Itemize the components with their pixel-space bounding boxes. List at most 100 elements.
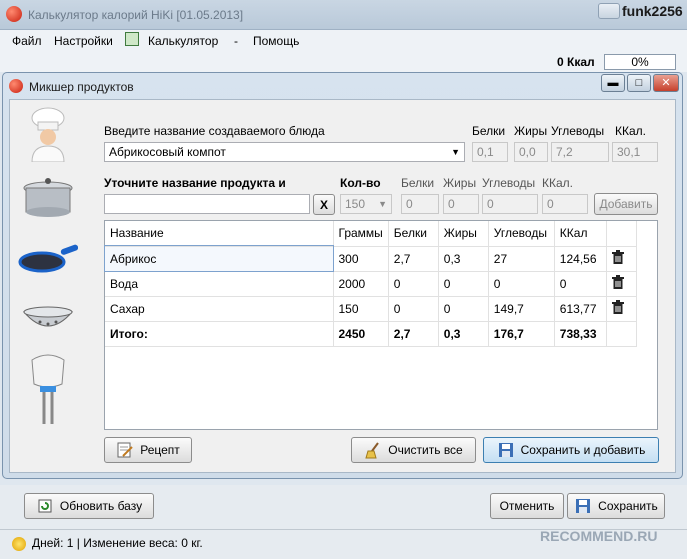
delete-row-button[interactable] xyxy=(606,296,637,322)
product-header-protein: Белки xyxy=(401,176,435,190)
dish-header-fat: Жиры xyxy=(514,124,548,138)
delete-row-button[interactable] xyxy=(606,246,637,272)
total-grams: 2450 xyxy=(333,321,389,347)
pot-icon xyxy=(23,178,73,217)
cell-protein: 0 xyxy=(388,271,439,297)
product-carbs-field: 0 xyxy=(482,194,538,214)
column-header-protein[interactable]: Белки xyxy=(388,221,439,247)
database-refresh-icon xyxy=(38,499,52,513)
maximize-icon[interactable]: □ xyxy=(627,74,651,92)
column-header-grams[interactable]: Граммы xyxy=(333,221,389,247)
main-titlebar: Калькулятор калорий HiKi [01.05.2013] fu… xyxy=(0,0,687,30)
product-header-fat: Жиры xyxy=(443,176,477,190)
cell-grams[interactable]: 300 xyxy=(333,246,389,272)
minimize-icon[interactable] xyxy=(598,3,620,19)
total-row: Итого: 2450 2,7 0,3 176,7 738,33 xyxy=(105,321,637,347)
status-text: Дней: 1 | Изменение веса: 0 кг. xyxy=(32,536,203,550)
close-icon[interactable]: ✕ xyxy=(653,74,679,92)
mixer-icon xyxy=(31,354,65,424)
table-row[interactable]: Абрикос 300 2,7 0,3 27 124,56 xyxy=(104,245,637,272)
frying-pan-icon xyxy=(18,244,78,273)
column-header-name[interactable]: Название xyxy=(105,221,334,247)
cell-protein: 0 xyxy=(388,296,439,322)
calculator-icon xyxy=(125,32,139,46)
dish-name-value: Абрикосовый компот xyxy=(109,145,226,159)
table-row[interactable]: Вода 2000 0 0 0 0 xyxy=(105,271,637,297)
total-kcal: 738,33 xyxy=(554,321,607,347)
dish-kcal-field: 30,1 xyxy=(612,142,658,162)
user-name: funk2256 xyxy=(622,3,683,19)
cell-fat: 0 xyxy=(438,271,489,297)
save-and-add-button[interactable]: Сохранить и добавить xyxy=(483,437,659,463)
dish-header-carbs: Углеводы xyxy=(551,124,605,138)
add-product-button[interactable]: Добавить xyxy=(594,193,658,215)
menu-calculator[interactable]: Калькулятор xyxy=(148,34,218,48)
cell-grams[interactable]: 150 xyxy=(333,296,389,322)
products-table: Название Граммы Белки Жиры Углеводы ККал… xyxy=(104,220,658,430)
recipe-button[interactable]: Рецепт xyxy=(104,437,192,463)
save-button[interactable]: Сохранить xyxy=(567,493,665,519)
chevron-down-icon[interactable]: ▼ xyxy=(378,197,387,211)
product-header-qty: Кол-во xyxy=(340,176,381,190)
apple-icon xyxy=(9,79,23,93)
total-carbs: 176,7 xyxy=(488,321,555,347)
cell-carbs: 149,7 xyxy=(488,296,555,322)
cell-protein: 2,7 xyxy=(388,246,439,272)
cell-fat: 0 xyxy=(438,296,489,322)
minimize-icon[interactable]: ▬ xyxy=(601,74,625,92)
kcal-total: 0 Ккал xyxy=(557,55,595,69)
broom-icon xyxy=(365,442,380,459)
product-kcal-field: 0 xyxy=(542,194,588,214)
clear-product-button[interactable]: X xyxy=(313,194,335,215)
sun-icon xyxy=(12,537,26,551)
save-button-label: Сохранить xyxy=(598,499,658,513)
total-protein: 2,7 xyxy=(388,321,439,347)
watermark: RECOMMEND.RU xyxy=(540,528,658,544)
kcal-bar: 0 Ккал 0% xyxy=(0,52,687,72)
clear-all-button-label: Очистить все xyxy=(388,443,463,457)
product-qty-field[interactable]: 150 ▼ xyxy=(340,194,392,214)
dialog-title: Микшер продуктов xyxy=(29,80,134,94)
dish-header-kcal: ККал. xyxy=(615,124,646,138)
product-header-kcal: ККал. xyxy=(542,176,573,190)
dish-fat-field: 0,0 xyxy=(514,142,548,162)
recipe-button-label: Рецепт xyxy=(140,443,180,457)
colander-icon xyxy=(22,306,74,327)
cell-kcal: 613,77 xyxy=(554,296,607,322)
dish-label: Введите название создаваемого блюда xyxy=(104,124,325,138)
save-icon xyxy=(576,499,591,513)
delete-row-button[interactable] xyxy=(606,271,637,297)
product-protein-field: 0 xyxy=(401,194,439,214)
column-header-kcal[interactable]: ККал xyxy=(554,221,607,247)
dialog-titlebar: Микшер продуктов ▬ □ ✕ xyxy=(3,73,682,99)
app-title: Калькулятор калорий HiKi [01.05.2013] xyxy=(28,8,244,22)
trash-icon xyxy=(611,250,624,264)
update-database-button[interactable]: Обновить базу xyxy=(24,493,154,519)
update-database-label: Обновить базу xyxy=(59,499,143,513)
column-header-fat[interactable]: Жиры xyxy=(438,221,489,247)
table-row[interactable]: Сахар 150 0 0 149,7 613,77 xyxy=(105,296,637,322)
total-fat: 0,3 xyxy=(438,321,489,347)
cell-name[interactable]: Вода xyxy=(105,271,334,297)
column-header-carbs[interactable]: Углеводы xyxy=(488,221,555,247)
dish-name-input[interactable]: Абрикосовый компот ▼ xyxy=(104,142,465,162)
cell-carbs: 27 xyxy=(488,246,555,272)
product-name-input[interactable] xyxy=(104,194,310,214)
trash-icon xyxy=(611,275,624,289)
menu-help[interactable]: Помощь xyxy=(253,34,299,48)
cell-grams[interactable]: 2000 xyxy=(333,271,389,297)
chevron-down-icon[interactable]: ▼ xyxy=(451,145,460,159)
product-mixer-dialog: Микшер продуктов ▬ □ ✕ Введите название … xyxy=(2,72,683,479)
menu-file[interactable]: Файл xyxy=(12,34,42,48)
kcal-progress: 0% xyxy=(604,54,676,70)
cell-fat: 0,3 xyxy=(438,246,489,272)
cell-name[interactable]: Сахар xyxy=(105,296,334,322)
cell-kcal: 0 xyxy=(554,271,607,297)
save-icon xyxy=(498,443,513,457)
clear-all-button[interactable]: Очистить все xyxy=(351,437,476,463)
cancel-button[interactable]: Отменить xyxy=(490,493,564,519)
cell-name[interactable]: Абрикос xyxy=(104,245,334,272)
product-label: Уточните название продукта и xyxy=(104,176,286,190)
apple-icon xyxy=(6,6,22,22)
menu-settings[interactable]: Настройки xyxy=(54,34,113,48)
